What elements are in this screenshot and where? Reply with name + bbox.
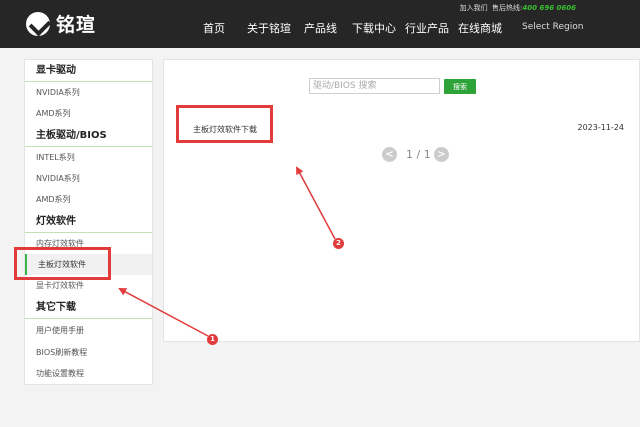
annotation-badge-2: 2 [333,238,344,249]
annotation-arrow-1 [118,288,209,337]
annotation-badge-1: 1 [207,334,218,345]
annotation-arrows [118,166,336,337]
annotation-arrow-2 [296,166,336,240]
page: 铭瑄 加入我们 售后热线:400 696 0606 首页 关于铭瑄 产品线 下载… [0,0,640,427]
